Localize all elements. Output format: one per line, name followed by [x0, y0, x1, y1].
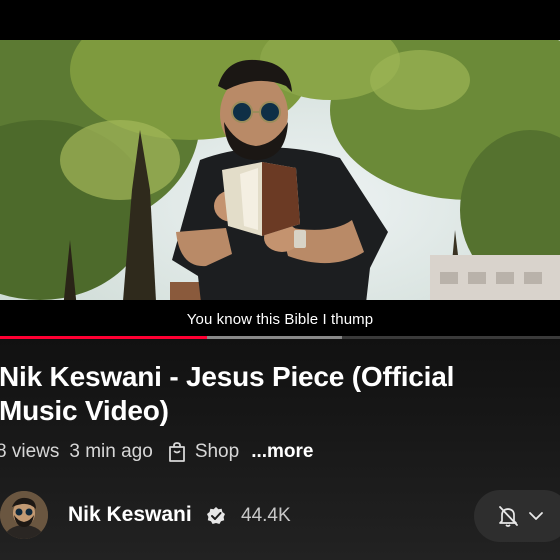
verified-check-icon — [207, 507, 225, 524]
upload-age: 3 min ago — [69, 441, 153, 462]
shop-label: Shop — [194, 441, 240, 462]
video-stats[interactable]: 8 views 3 min ago Shop ...more — [0, 440, 314, 464]
channel-name[interactable]: Nik Keswani — [68, 503, 192, 527]
chevron-down-icon — [529, 512, 543, 520]
channel-row: Nik Keswani 44.4K — [0, 490, 560, 544]
view-count: 8 views — [0, 441, 60, 462]
video-frame — [0, 40, 560, 338]
bell-off-icon — [499, 506, 518, 527]
video-player[interactable] — [0, 40, 560, 338]
shop-link[interactable]: Shop — [167, 441, 239, 463]
notification-button[interactable] — [474, 490, 560, 542]
status-area — [0, 0, 560, 40]
channel-avatar[interactable] — [0, 491, 48, 539]
video-caption: You know this Bible I thump — [186, 311, 374, 328]
shopping-bag-icon — [168, 442, 185, 462]
subscriber-count: 44.4K — [241, 505, 291, 526]
avatar-image — [0, 491, 48, 539]
video-title[interactable]: Nik Keswani - Jesus Piece (Official Musi… — [0, 360, 539, 428]
more-button[interactable]: ...more — [251, 441, 313, 463]
